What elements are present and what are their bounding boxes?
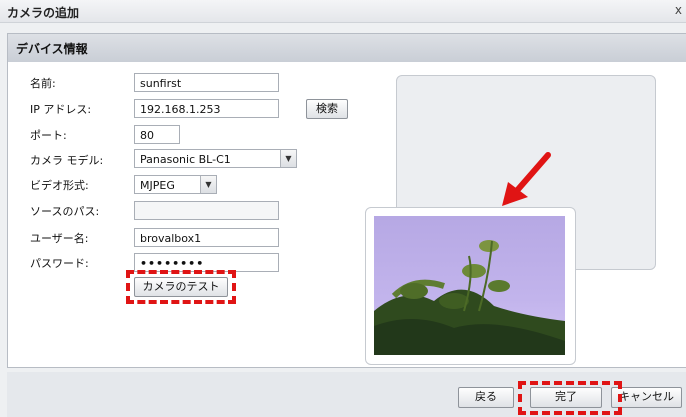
done-button-highlight bbox=[518, 381, 622, 415]
chevron-down-icon[interactable]: ▼ bbox=[280, 150, 296, 167]
port-field[interactable]: 80 bbox=[134, 125, 180, 144]
window-titlebar: カメラの追加 x bbox=[0, 0, 686, 23]
camera-model-value: Panasonic BL-C1 bbox=[140, 153, 231, 166]
video-format-value: MJPEG bbox=[140, 179, 175, 192]
close-icon[interactable]: x bbox=[675, 3, 682, 17]
section-header: デバイス情報 bbox=[7, 33, 686, 63]
ip-label: IP アドレス: bbox=[30, 103, 92, 116]
source-path-label: ソースのパス: bbox=[30, 205, 100, 218]
source-path-field[interactable] bbox=[134, 201, 279, 220]
name-field[interactable]: sunfirst bbox=[134, 73, 279, 92]
chevron-down-icon[interactable]: ▼ bbox=[200, 176, 216, 193]
camera-model-select[interactable]: Panasonic BL-C1 ▼ bbox=[134, 149, 297, 168]
username-label: ユーザー名: bbox=[30, 232, 89, 245]
camera-snapshot-image bbox=[374, 216, 565, 355]
camera-snapshot-frame bbox=[365, 207, 576, 365]
red-arrow-icon bbox=[502, 152, 551, 206]
plant-image bbox=[374, 240, 565, 355]
ip-address-field[interactable]: 192.168.1.253 bbox=[134, 99, 279, 118]
port-label: ポート: bbox=[30, 129, 67, 142]
video-format-label: ビデオ形式: bbox=[30, 179, 89, 192]
window-title: カメラの追加 bbox=[7, 6, 80, 20]
model-label: カメラ モデル: bbox=[30, 154, 104, 167]
username-field[interactable]: brovalbox1 bbox=[134, 228, 279, 247]
password-label: パスワード: bbox=[30, 257, 89, 270]
test-button-highlight bbox=[126, 270, 236, 304]
search-button[interactable]: 検索 bbox=[306, 99, 348, 119]
video-format-select[interactable]: MJPEG ▼ bbox=[134, 175, 217, 194]
name-label: 名前: bbox=[30, 77, 56, 90]
back-button[interactable]: 戻る bbox=[458, 387, 514, 408]
section-title: デバイス情報 bbox=[16, 42, 88, 56]
